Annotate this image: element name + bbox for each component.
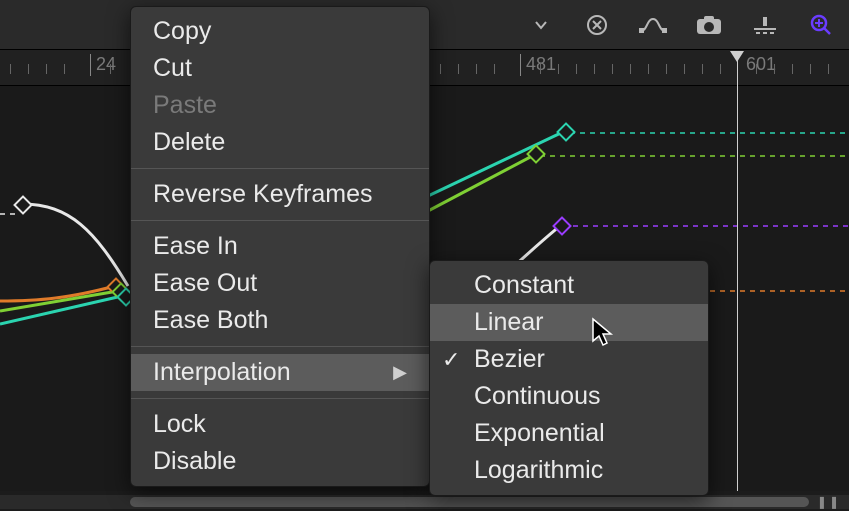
- menu-item-cut[interactable]: Cut: [131, 50, 429, 87]
- close-circle-icon[interactable]: [583, 11, 611, 39]
- camera-icon[interactable]: [695, 11, 723, 39]
- context-menu: Copy Cut Paste Delete Reverse Keyframes …: [130, 6, 430, 487]
- menu-item-paste: Paste: [131, 87, 429, 124]
- curve-edit-icon[interactable]: [639, 11, 667, 39]
- menu-label: Interpolation: [153, 358, 291, 387]
- zoom-icon[interactable]: [807, 11, 835, 39]
- menu-separator: [131, 346, 429, 347]
- menu-label: Constant: [474, 271, 574, 300]
- ruler-label: 481: [526, 54, 556, 75]
- ruler-label: 601: [746, 54, 776, 75]
- menu-label: Logarithmic: [474, 456, 603, 485]
- menu-label: Copy: [153, 17, 211, 46]
- scrollbar-thumb[interactable]: [130, 497, 809, 507]
- submenu-item-continuous[interactable]: Continuous: [430, 378, 708, 415]
- interpolation-submenu: Constant Linear ✓ Bezier Continuous Expon…: [429, 260, 709, 496]
- dropdown-chevron-icon[interactable]: [527, 11, 555, 39]
- menu-label: Delete: [153, 128, 225, 157]
- menu-item-delete[interactable]: Delete: [131, 124, 429, 161]
- menu-label: Continuous: [474, 382, 600, 411]
- menu-label: Bezier: [474, 345, 545, 374]
- menu-item-ease-both[interactable]: Ease Both: [131, 302, 429, 339]
- menu-label: Cut: [153, 54, 192, 83]
- menu-label: Ease Both: [153, 306, 268, 335]
- playhead[interactable]: [737, 52, 738, 491]
- ruler-label: 24: [96, 54, 116, 75]
- menu-item-disable[interactable]: Disable: [131, 443, 429, 480]
- submenu-arrow-icon: ▶: [393, 362, 407, 383]
- menu-label: Ease In: [153, 232, 238, 261]
- pause-icon: ❚❚: [817, 495, 841, 509]
- menu-label: Linear: [474, 308, 544, 337]
- menu-item-interpolation[interactable]: Interpolation ▶: [131, 354, 429, 391]
- menu-label: Disable: [153, 447, 236, 476]
- checkmark-icon: ✓: [442, 347, 460, 373]
- menu-label: Paste: [153, 91, 217, 120]
- submenu-item-constant[interactable]: Constant: [430, 267, 708, 304]
- submenu-item-linear[interactable]: Linear: [430, 304, 708, 341]
- horizontal-scrollbar[interactable]: ❚❚: [0, 495, 849, 509]
- menu-label: Lock: [153, 410, 206, 439]
- menu-item-copy[interactable]: Copy: [131, 13, 429, 50]
- menu-item-reverse-keyframes[interactable]: Reverse Keyframes: [131, 176, 429, 213]
- submenu-item-bezier[interactable]: ✓ Bezier: [430, 341, 708, 378]
- menu-separator: [131, 398, 429, 399]
- menu-item-lock[interactable]: Lock: [131, 406, 429, 443]
- menu-item-ease-in[interactable]: Ease In: [131, 228, 429, 265]
- menu-separator: [131, 168, 429, 169]
- submenu-item-logarithmic[interactable]: Logarithmic: [430, 452, 708, 489]
- menu-separator: [131, 220, 429, 221]
- menu-label: Reverse Keyframes: [153, 180, 373, 209]
- menu-label: Ease Out: [153, 269, 257, 298]
- menu-item-ease-out[interactable]: Ease Out: [131, 265, 429, 302]
- menu-label: Exponential: [474, 419, 605, 448]
- submenu-item-exponential[interactable]: Exponential: [430, 415, 708, 452]
- splitter-icon[interactable]: [751, 11, 779, 39]
